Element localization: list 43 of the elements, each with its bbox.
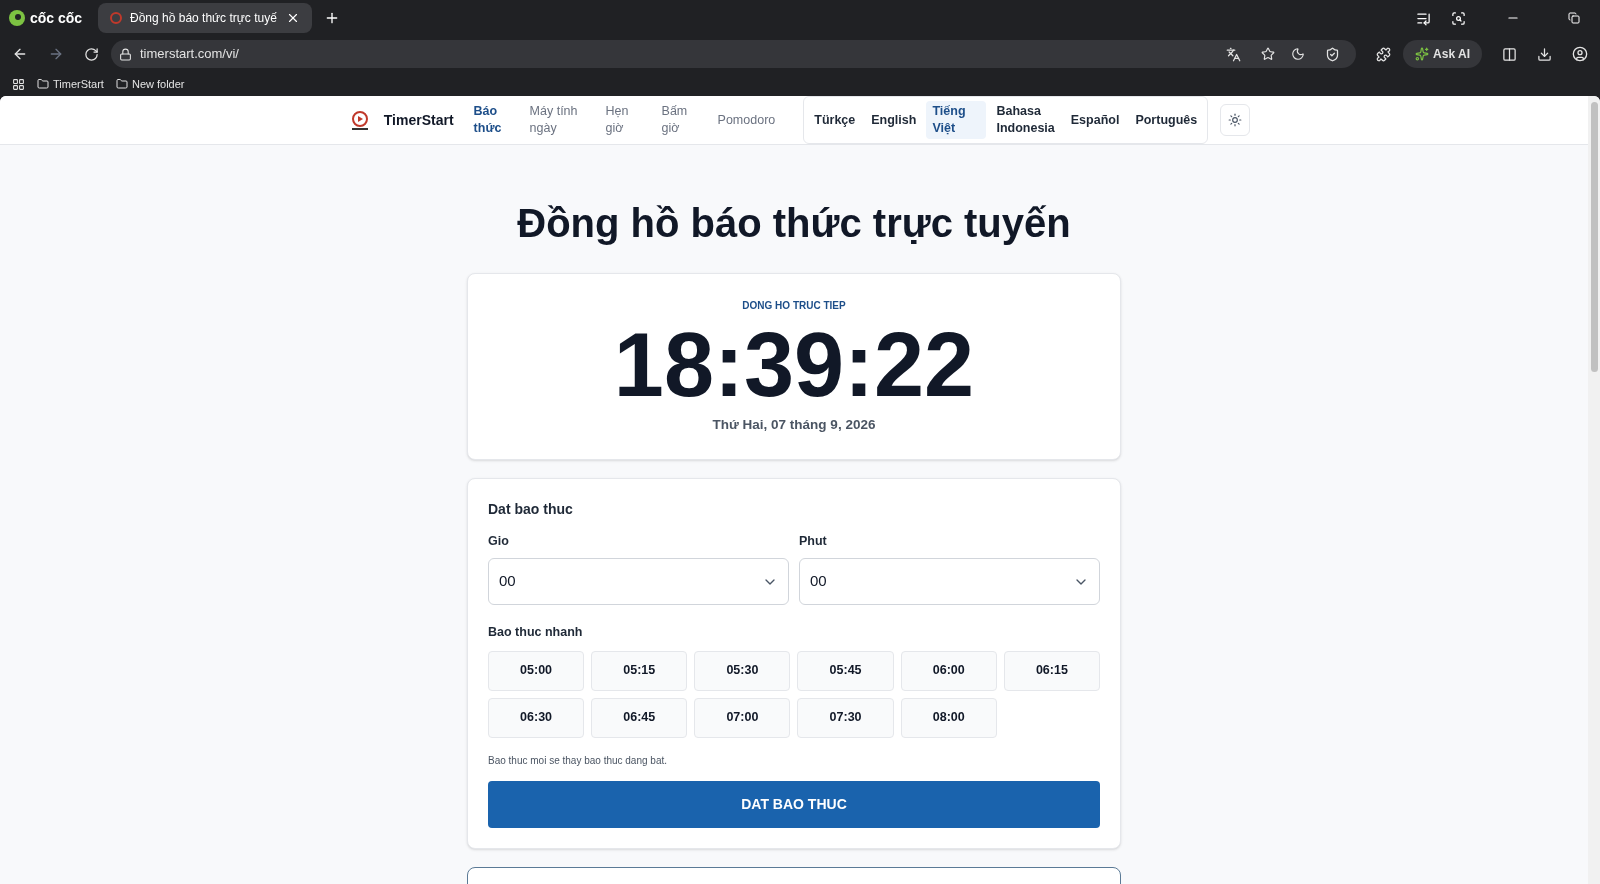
browser-brand: cốc cốc (30, 8, 83, 28)
address-bar[interactable]: timerstart.com/vi/ (111, 40, 1357, 68)
field-label: Phut (799, 533, 828, 551)
form-note: Bao thuc moi se thay bao thuc dang bat. (488, 753, 668, 768)
browser-tab[interactable]: Đồng hồ báo thức trực tuyế (98, 3, 312, 33)
quick-time-button[interactable]: 05:15 (591, 650, 688, 691)
form-title: Dat bao thuc (488, 500, 574, 520)
set-alarm-button[interactable]: DAT BAO THUC (488, 780, 1100, 828)
clock-label: DONG HO TRUC TIEP (742, 299, 846, 313)
bookmark-item[interactable]: TimerStart (37, 75, 104, 93)
quick-time-button[interactable]: 05:45 (797, 650, 894, 691)
language-link[interactable]: Bahasa Indonesia (990, 101, 1061, 139)
nav-link[interactable]: Báo thức (469, 99, 514, 141)
bookmark-item[interactable]: New folder (115, 75, 185, 93)
quick-label: Bao thuc nhanh (488, 624, 584, 641)
tab-title: Đồng hồ báo thức trực tuyế (130, 10, 278, 27)
site-logo-text[interactable]: TimerStart (383, 109, 454, 131)
page-title: Đồng hồ báo thức trực tuyến (517, 200, 1071, 247)
language-link[interactable]: English (865, 109, 923, 131)
url-text: timerstart.com/vi/ (140, 45, 240, 64)
quick-time-button[interactable]: 05:30 (694, 650, 791, 691)
quick-time-button[interactable]: 05:00 (488, 650, 585, 691)
clock-time: 18:39:22 (613, 317, 975, 413)
ask-ai-button[interactable]: Ask AI (1403, 40, 1482, 68)
quick-time-button[interactable]: 07:30 (797, 697, 894, 738)
nav-link[interactable]: Bấm giờ (657, 99, 702, 141)
nav-link[interactable]: Pomodoro (713, 107, 780, 133)
language-link[interactable]: Português (1129, 109, 1204, 131)
language-link[interactable]: Español (1064, 109, 1126, 131)
language-link[interactable]: Tiếng Việt (926, 101, 987, 139)
clock-date: Thứ Hai, 07 tháng 9, 2026 (712, 416, 876, 434)
quick-time-button[interactable]: 07:00 (694, 697, 791, 738)
nav-link[interactable]: Máy tính ngày (525, 99, 590, 141)
quick-time-button[interactable]: 06:15 (1003, 650, 1100, 691)
quick-time-button[interactable]: 06:30 (488, 697, 585, 738)
quick-time-button[interactable]: 08:00 (900, 697, 997, 738)
select-field[interactable]: 00 (488, 558, 789, 605)
language-link[interactable]: Türkçe (808, 109, 862, 131)
field-label: Gio (488, 533, 510, 551)
quick-time-button[interactable]: 06:45 (591, 697, 688, 738)
nav-link[interactable]: Hẹn giờ (601, 99, 646, 141)
quick-time-button[interactable]: 06:00 (900, 650, 997, 691)
select-field[interactable]: 00 (799, 558, 1100, 605)
